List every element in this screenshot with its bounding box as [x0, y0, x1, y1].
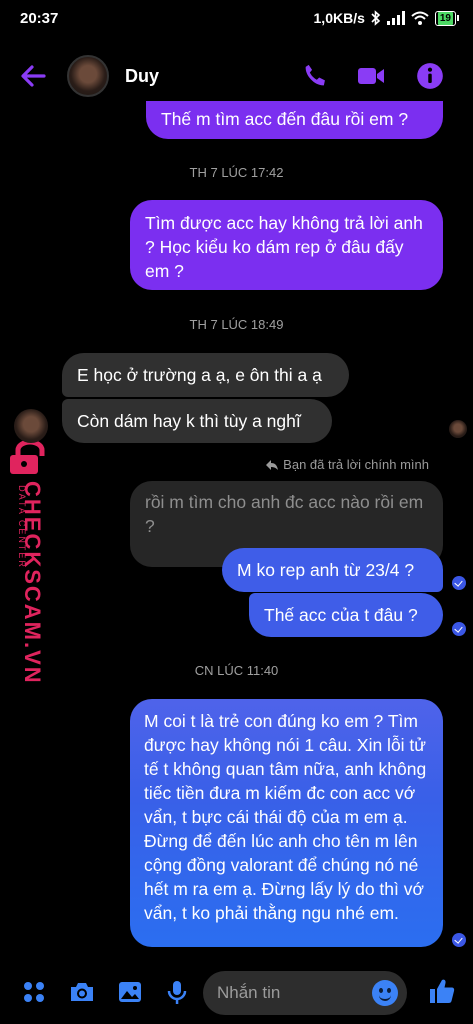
- lock-icon: [10, 440, 45, 474]
- status-time: 20:37: [20, 10, 59, 27]
- seen-check-icon: [452, 622, 466, 636]
- battery-level: 19: [437, 11, 453, 25]
- network-speed: 1,0KB/s: [313, 10, 365, 26]
- message-incoming[interactable]: Còn dám hay k thì tùy a nghĩ: [62, 399, 332, 443]
- watermark-brand: CHECKSCAM.VN: [20, 481, 45, 685]
- conversation-header: Duy: [0, 42, 473, 110]
- timestamp: CN LÚC 11:40: [194, 663, 279, 678]
- contact-avatar[interactable]: [67, 55, 109, 97]
- battery-icon: 19: [434, 10, 459, 26]
- signal-icon: [386, 11, 405, 25]
- camera-icon[interactable]: [68, 978, 96, 1006]
- reply-note-text: Bạn đã trả lời chính mình: [283, 457, 429, 472]
- video-call-icon[interactable]: [357, 62, 385, 90]
- message-incoming[interactable]: E học ở trường a ạ, e ôn thi a ạ: [62, 353, 349, 397]
- status-bar: 20:37 1,0KB/s 19: [0, 0, 473, 42]
- read-receipt-avatar: [449, 420, 467, 438]
- timestamp: TH 7 LÚC 17:42: [189, 165, 284, 180]
- info-icon[interactable]: [416, 62, 444, 90]
- phone-icon[interactable]: [301, 62, 329, 90]
- message-input[interactable]: Nhắn tin: [203, 971, 407, 1015]
- message-outgoing[interactable]: Thế acc của t đâu ?: [249, 593, 443, 637]
- watermark: DATA CENTER CHECKSCAM.VN: [4, 440, 60, 685]
- message-outgoing[interactable]: M coi t là trẻ con đúng ko em ? Tìm được…: [130, 699, 443, 947]
- wifi-icon: [411, 11, 429, 25]
- message-outgoing[interactable]: Thế m tìm acc đến đâu rồi em ?: [146, 101, 443, 139]
- contact-name[interactable]: Duy: [125, 66, 159, 87]
- message-outgoing[interactable]: Tìm được acc hay không trả lời anh ? Học…: [130, 200, 443, 290]
- message-input-placeholder: Nhắn tin: [217, 983, 281, 1002]
- timestamp: TH 7 LÚC 18:49: [189, 317, 284, 332]
- bluetooth-icon: [371, 10, 381, 26]
- status-icons: 1,0KB/s 19: [314, 10, 459, 26]
- microphone-icon[interactable]: [163, 978, 191, 1006]
- message-outgoing[interactable]: M ko rep anh từ 23/4 ?: [222, 548, 443, 592]
- menu-dots-icon[interactable]: [20, 978, 48, 1006]
- reply-icon: [266, 459, 279, 470]
- composer-bar: Nhắn tin: [0, 962, 473, 1024]
- reply-note: Bạn đã trả lời chính mình: [265, 457, 429, 472]
- contact-avatar-small: [14, 409, 48, 443]
- seen-check-icon: [452, 576, 466, 590]
- emoji-icon[interactable]: [372, 980, 398, 1006]
- thumbs-up-icon[interactable]: [427, 976, 457, 1006]
- back-arrow-icon[interactable]: [18, 62, 48, 90]
- seen-check-icon: [452, 933, 466, 947]
- gallery-icon[interactable]: [116, 978, 144, 1006]
